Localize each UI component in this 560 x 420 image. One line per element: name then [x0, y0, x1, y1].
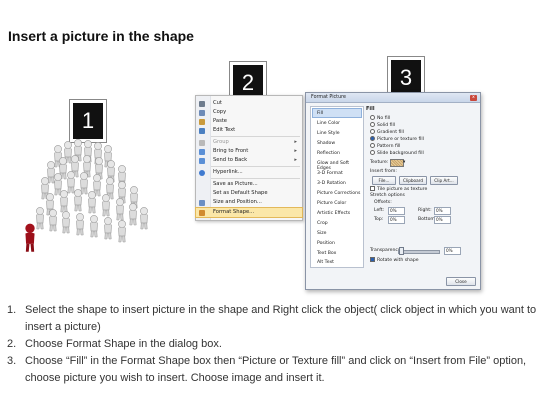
- instruction-step: 3. Choose “Fill” in the Format Shape box…: [7, 355, 527, 384]
- category-3d-format[interactable]: 3-D Format: [313, 169, 361, 177]
- menu-item-size-position[interactable]: Size and Position...: [196, 198, 302, 207]
- category-size[interactable]: Size: [313, 229, 361, 237]
- category-picture-color[interactable]: Picture Color: [313, 199, 361, 207]
- category-glow[interactable]: Glow and Soft Edges: [313, 159, 361, 171]
- stretch-heading: Stretch options: [370, 193, 405, 198]
- radio-gradient-fill[interactable]: Gradient fill: [370, 129, 404, 135]
- category-crop[interactable]: Crop: [313, 219, 361, 227]
- tile-checkbox[interactable]: Tile picture as texture: [370, 186, 427, 192]
- category-list: Fill Line Color Line Style Shadow Reflec…: [310, 106, 364, 268]
- dialog-title-bar: Format Picture x: [306, 93, 480, 103]
- menu-item-edit-text[interactable]: Edit Text: [196, 126, 302, 135]
- close-button[interactable]: Close: [446, 277, 476, 286]
- menu-item-group[interactable]: Group ▸: [196, 138, 302, 147]
- menu-item-send-to-back[interactable]: Send to Back ▸: [196, 156, 302, 165]
- offset-left-field[interactable]: 0%: [388, 207, 405, 215]
- category-3d-rotation[interactable]: 3-D Rotation: [313, 179, 361, 187]
- radio-picture-texture-fill[interactable]: Picture or texture fill: [370, 136, 424, 142]
- size-position-icon: [199, 199, 205, 206]
- menu-item-save-as-picture[interactable]: Save as Picture...: [196, 180, 302, 189]
- category-line-style[interactable]: Line Style: [313, 129, 361, 137]
- offset-left-label: Left:: [374, 208, 385, 213]
- transparency-slider[interactable]: [398, 250, 440, 254]
- offset-bottom-field[interactable]: 0%: [434, 216, 451, 224]
- category-text-box[interactable]: Text Box: [313, 249, 361, 257]
- copy-icon: [199, 109, 205, 116]
- instruction-step: 2. Choose Format Shape in the dialog box…: [7, 338, 222, 350]
- figures-illustration[interactable]: [18, 130, 168, 270]
- texture-label: Texture:: [370, 160, 389, 165]
- context-menu: Cut Copy Paste Edit Text Group ▸ Bring t…: [195, 95, 303, 221]
- red-figure: [25, 223, 35, 252]
- scissors-icon: [199, 100, 205, 107]
- fill-heading: Fill: [366, 106, 375, 112]
- offset-top-label: Top:: [374, 217, 384, 222]
- radio-pattern-fill[interactable]: Pattern fill: [370, 143, 400, 149]
- offset-right-label: Right:: [418, 208, 432, 213]
- group-icon: [199, 139, 205, 146]
- send-back-icon: [199, 157, 205, 164]
- page-title: Insert a picture in the shape: [8, 28, 194, 44]
- submenu-arrow-icon: ▸: [294, 148, 297, 154]
- transparency-field[interactable]: 0%: [444, 247, 461, 255]
- instructions: 1. Select the shape to insert picture in…: [7, 302, 555, 387]
- menu-item-format-shape[interactable]: Format Shape...: [195, 207, 303, 218]
- hyperlink-icon: [199, 169, 205, 176]
- radio-slide-background-fill[interactable]: Slide background fill: [370, 150, 424, 156]
- category-line-color[interactable]: Line Color: [313, 119, 361, 127]
- category-fill[interactable]: Fill: [312, 108, 362, 118]
- fill-panel: Fill No fill Solid fill Gradient fill Pi…: [366, 106, 476, 266]
- texture-picker[interactable]: [390, 159, 404, 167]
- bring-front-icon: [199, 148, 205, 155]
- instruction-step: 1. Select the shape to insert picture in…: [7, 304, 537, 333]
- insert-from-label: Insert from:: [370, 169, 397, 174]
- edit-text-icon: [199, 127, 205, 134]
- insert-clipboard-button[interactable]: Clipboard: [399, 176, 427, 185]
- menu-item-bring-to-front[interactable]: Bring to Front ▸: [196, 147, 302, 156]
- menu-item-paste[interactable]: Paste: [196, 117, 302, 126]
- radio-solid-fill[interactable]: Solid fill: [370, 122, 395, 128]
- category-reflection[interactable]: Reflection: [313, 149, 361, 157]
- submenu-arrow-icon: ▸: [294, 139, 297, 145]
- menu-item-copy[interactable]: Copy: [196, 108, 302, 117]
- format-shape-icon: [199, 209, 205, 216]
- category-position[interactable]: Position: [313, 239, 361, 247]
- offset-right-field[interactable]: 0%: [434, 207, 451, 215]
- radio-no-fill[interactable]: No fill: [370, 115, 390, 121]
- category-picture-corrections[interactable]: Picture Corrections: [313, 189, 361, 197]
- insert-file-button[interactable]: File...: [372, 176, 396, 185]
- menu-item-cut[interactable]: Cut: [196, 99, 302, 108]
- menu-item-hyperlink[interactable]: Hyperlink...: [196, 168, 302, 177]
- rotate-with-shape-checkbox[interactable]: Rotate with shape: [370, 257, 419, 263]
- offset-top-field[interactable]: 0%: [388, 216, 405, 224]
- close-icon[interactable]: x: [470, 94, 477, 101]
- format-picture-dialog: Format Picture x Fill Line Color Line St…: [305, 92, 481, 290]
- submenu-arrow-icon: ▸: [294, 157, 297, 163]
- paste-icon: [199, 118, 205, 125]
- category-artistic-effects[interactable]: Artistic Effects: [313, 209, 361, 217]
- transparency-slider-thumb[interactable]: [399, 247, 404, 255]
- menu-item-set-default-shape[interactable]: Set as Default Shape: [196, 189, 302, 198]
- offsets-label: Offsets:: [374, 200, 392, 205]
- category-alt-text[interactable]: Alt Text: [313, 258, 361, 266]
- category-shadow[interactable]: Shadow: [313, 139, 361, 147]
- insert-clip-art-button[interactable]: Clip Art...: [430, 176, 458, 185]
- chevron-down-icon[interactable]: ▾: [403, 160, 405, 165]
